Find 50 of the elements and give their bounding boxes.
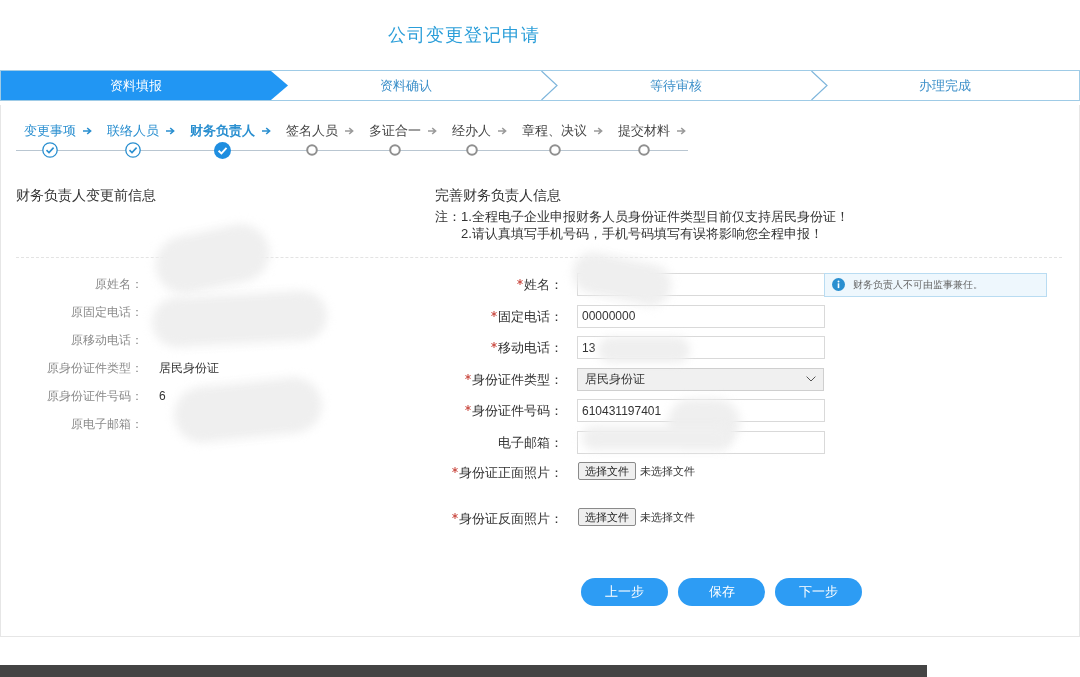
step-pointer-icon bbox=[271, 71, 288, 100]
field-label: 原姓名： bbox=[94, 276, 143, 293]
arrow-right-icon bbox=[83, 127, 92, 135]
section-heading: 财务负责人变更前信息 bbox=[16, 186, 157, 205]
arrow-right-icon bbox=[594, 127, 603, 135]
arrow-right-icon bbox=[498, 127, 507, 135]
info-icon bbox=[832, 278, 845, 291]
field-label: 姓名： bbox=[524, 276, 563, 293]
field-label: 原固定电话： bbox=[70, 304, 143, 321]
section-heading: 完善财务负责人信息 bbox=[435, 186, 562, 205]
step-label[interactable]: 章程、决议 bbox=[522, 122, 587, 139]
step-chevron-icon bbox=[541, 71, 558, 100]
step-label[interactable]: 多证合一 bbox=[369, 122, 421, 139]
step-chevron-icon bbox=[811, 71, 828, 100]
hint-text: 财务负责人不可由监事兼任。 bbox=[853, 278, 983, 292]
field-label: 电子邮箱： bbox=[498, 433, 563, 451]
field-label: 身份证正面照片： bbox=[459, 464, 563, 481]
field-value: 居民身份证 bbox=[159, 360, 219, 377]
arrow-right-icon bbox=[345, 127, 354, 135]
field-label: 身份证件号码： bbox=[472, 402, 563, 419]
field-value: 6 bbox=[159, 388, 166, 405]
note-text: 2.请认真填写手机号码，手机号码填写有误将影响您全程申报！ bbox=[461, 225, 824, 242]
choose-file-button[interactable]: 选择文件 bbox=[578, 508, 636, 526]
step-label[interactable]: 财务负责人 bbox=[190, 122, 255, 139]
step-label[interactable]: 提交材料 bbox=[618, 122, 670, 139]
field-label: 身份证件类型： bbox=[472, 370, 563, 388]
file-status-text: 未选择文件 bbox=[640, 464, 695, 479]
step-label[interactable]: 签名人员 bbox=[286, 122, 338, 139]
field-label: 原移动电话： bbox=[70, 332, 143, 349]
arrow-right-icon bbox=[677, 127, 686, 135]
note-label: 注： bbox=[435, 208, 461, 226]
step-label[interactable]: 联络人员 bbox=[107, 122, 159, 139]
choose-file-button[interactable]: 选择文件 bbox=[578, 462, 636, 480]
select-field[interactable]: 居民身份证 bbox=[577, 367, 824, 391]
field-label: 原电子邮箱： bbox=[70, 416, 143, 433]
field-label: 移动电话： bbox=[498, 339, 563, 356]
field-label: 身份证反面照片： bbox=[459, 510, 563, 527]
field-label: 固定电话： bbox=[498, 307, 563, 325]
arrow-right-icon bbox=[262, 127, 271, 135]
arrow-right-icon bbox=[166, 127, 175, 135]
page-title: 公司变更登记申请 bbox=[388, 24, 540, 47]
file-status-text: 未选择文件 bbox=[640, 510, 695, 525]
step-label[interactable]: 变更事项 bbox=[24, 122, 76, 139]
input-field[interactable]: 00000000 bbox=[577, 304, 825, 328]
field-label: 原身份证件号码： bbox=[46, 388, 143, 405]
step-label[interactable]: 经办人 bbox=[452, 122, 491, 139]
chevron-down-icon bbox=[806, 376, 816, 382]
arrow-right-icon bbox=[428, 127, 437, 135]
note-text: 1.全程电子企业申报财务人员身份证件类型目前仅支持居民身份证！ bbox=[461, 208, 849, 225]
field-label: 原身份证件类型： bbox=[46, 360, 143, 377]
